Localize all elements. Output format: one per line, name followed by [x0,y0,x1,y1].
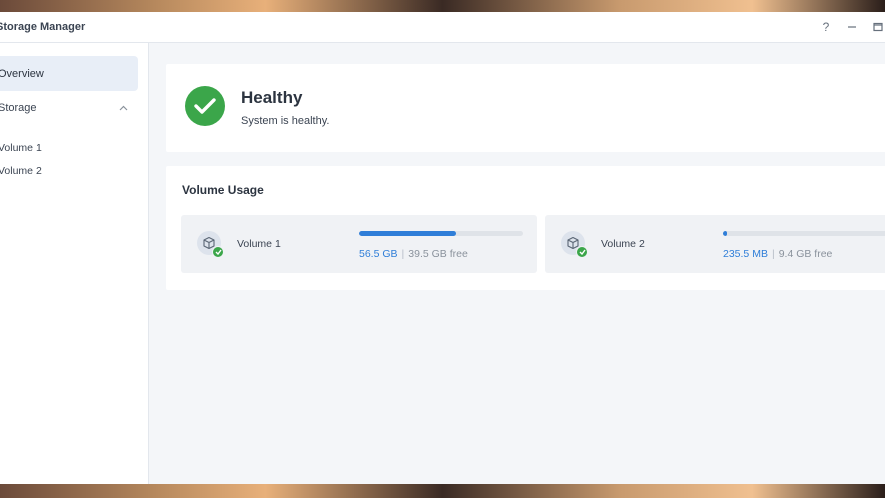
maximize-icon[interactable] [865,12,885,43]
volume-usage-fill [723,231,728,236]
sidebar-item-storage[interactable]: Storage [0,99,134,117]
volume-free: 9.4 GB free [778,248,833,260]
volume-tile-1[interactable]: Volume 1 56.5 GB | 39.5 GB free [181,215,537,273]
separator: | [401,248,405,260]
window-title: Storage Manager [0,21,86,33]
volume-usage-info: 235.5 MB | 9.4 GB free [723,248,832,260]
window-controls: ? [813,12,885,43]
storage-manager-window: Storage Manager ? Overview Storage Volum… [0,12,885,484]
sidebar-item-volume-1[interactable]: Volume 1 [0,140,42,156]
sidebar: Overview Storage Volume 1 Volume 2 [0,43,149,484]
separator: | [771,248,775,260]
volume-usage-info: 56.5 GB | 39.5 GB free [359,248,468,260]
volume-usage-bar [359,231,523,236]
volume-name: Volume 1 [237,238,281,250]
chevron-up-icon[interactable] [118,103,128,113]
volume-used: 56.5 GB [359,248,398,260]
help-icon[interactable]: ? [813,12,839,43]
volume-icon-group [197,231,225,259]
sidebar-item-volume-2[interactable]: Volume 2 [0,163,42,179]
volume-usage-title: Volume Usage [182,183,264,197]
volume-icon-group [561,231,589,259]
volume-used: 235.5 MB [723,248,768,260]
volume-usage-bar [723,231,885,236]
sidebar-item-label: Overview [0,67,44,80]
health-title: Healthy [241,88,303,107]
volume-usage-fill [359,231,456,236]
health-subtitle: System is healthy. [241,115,330,127]
check-icon [185,86,225,126]
status-ok-icon [212,246,224,258]
main-content: Healthy System is healthy. Volume Usage … [149,43,885,484]
volume-free: 39.5 GB free [408,248,468,260]
sidebar-item-overview[interactable]: Overview [0,56,138,91]
sidebar-item-label: Storage [0,102,37,114]
status-ok-icon [576,246,588,258]
health-status-card: Healthy System is healthy. [166,64,885,152]
volume-tile-2[interactable]: Volume 2 235.5 MB | 9.4 GB free [545,215,885,273]
volume-usage-card: Volume Usage Volume 1 56.5 GB | 39.5 GB fr… [166,166,885,290]
volume-name: Volume 2 [601,238,645,250]
title-bar: Storage Manager ? [0,12,885,43]
minimize-icon[interactable] [839,12,865,43]
